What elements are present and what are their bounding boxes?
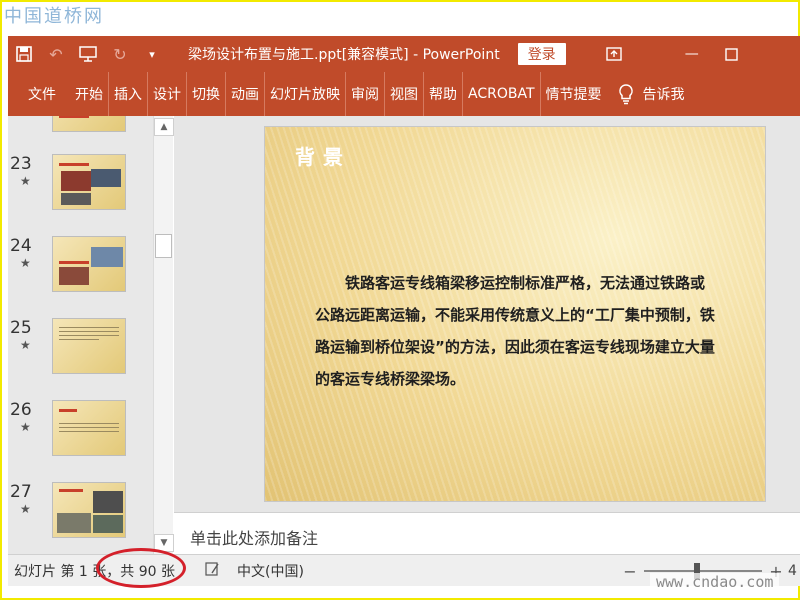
star-icon: ★ <box>20 256 31 270</box>
present-icon[interactable] <box>72 36 104 72</box>
slide-thumbnail-26[interactable]: 26 ★ <box>8 400 153 464</box>
tab-slideshow[interactable]: 幻灯片放映 <box>265 72 346 116</box>
language-status[interactable]: 中文(中国) <box>237 561 304 581</box>
tab-storyboarding[interactable]: 情节提要 <box>541 72 607 116</box>
ribbon-display-options-icon[interactable] <box>594 36 634 72</box>
star-icon: ★ <box>20 420 31 434</box>
thumbnail-image[interactable] <box>52 116 126 132</box>
star-icon: ★ <box>20 338 31 352</box>
title-bar: ↶ ↻ ▾ 梁场设计布置与施工.ppt[兼容模式] - PowerPoint 登… <box>8 36 800 72</box>
zoom-out-button[interactable]: − <box>622 562 638 581</box>
notes-placeholder[interactable]: 单击此处添加备注 <box>190 525 318 549</box>
tell-me-search[interactable]: 告诉我 <box>617 83 685 105</box>
slide-number: 26 <box>10 400 32 420</box>
spelling-check-icon[interactable] <box>205 561 221 580</box>
watermark-bottom: www.cndao.com <box>650 573 780 591</box>
customize-toolbar-icon[interactable]: ▾ <box>136 36 168 72</box>
tab-animations[interactable]: 动画 <box>226 72 265 116</box>
slide-number: 24 <box>10 236 32 256</box>
star-icon: ★ <box>20 502 31 516</box>
slide-editing-area: 背景 铁路客运专线箱梁移运控制标准严格，无法通过铁路或公路远距离运输，不能采用传… <box>174 116 800 512</box>
tab-file[interactable]: 文件 <box>8 72 70 116</box>
zoom-percentage[interactable]: 4 <box>788 563 797 579</box>
slide-number: 23 <box>10 154 32 174</box>
scroll-up-arrow-icon[interactable]: ▲ <box>154 118 174 136</box>
tab-transitions[interactable]: 切换 <box>187 72 226 116</box>
slide-thumbnail-24[interactable]: 24 ★ <box>8 236 153 300</box>
thumbnail-scrollbar[interactable]: ▲ ▼ <box>153 116 174 554</box>
tab-design[interactable]: 设计 <box>148 72 187 116</box>
slide-thumbnail-pane[interactable]: 23 ★ 24 ★ 25 ★ 26 ★ 27 ★ <box>8 116 153 554</box>
undo-icon[interactable]: ↶ <box>40 36 72 72</box>
tab-home[interactable]: 开始 <box>70 72 109 116</box>
slide-thumbnail-27[interactable]: 27 ★ <box>8 482 153 546</box>
thumbnail-image[interactable] <box>52 236 126 292</box>
slide-thumbnail-22[interactable] <box>8 116 153 140</box>
tell-me-label: 告诉我 <box>642 87 685 103</box>
redo-icon[interactable]: ↻ <box>104 36 136 72</box>
tab-review[interactable]: 审阅 <box>346 72 385 116</box>
zoom-slider[interactable] <box>644 563 762 579</box>
tab-help[interactable]: 帮助 <box>424 72 463 116</box>
scroll-thumb[interactable] <box>155 234 172 258</box>
annotation-ellipse <box>96 548 186 588</box>
notes-pane[interactable]: 单击此处添加备注 <box>174 512 800 554</box>
current-slide[interactable]: 背景 铁路客运专线箱梁移运控制标准严格，无法通过铁路或公路远距离运输，不能采用传… <box>264 126 766 502</box>
thumbnail-image[interactable] <box>52 318 126 374</box>
slide-body-text[interactable]: 铁路客运专线箱梁移运控制标准严格，无法通过铁路或公路远距离运输，不能采用传统意义… <box>315 267 717 395</box>
thumbnail-image[interactable] <box>52 482 126 538</box>
slide-number: 25 <box>10 318 32 338</box>
slide-number: 27 <box>10 482 32 502</box>
login-button[interactable]: 登录 <box>517 43 566 65</box>
tab-view[interactable]: 视图 <box>385 72 424 116</box>
save-icon[interactable] <box>8 36 40 72</box>
tab-acrobat[interactable]: ACROBAT <box>463 72 541 116</box>
maximize-icon[interactable] <box>712 36 752 72</box>
slide-thumbnail-25[interactable]: 25 ★ <box>8 318 153 382</box>
tab-insert[interactable]: 插入 <box>109 72 148 116</box>
slide-thumbnail-23[interactable]: 23 ★ <box>8 154 153 218</box>
thumbnail-image[interactable] <box>52 400 126 456</box>
star-icon: ★ <box>20 174 31 188</box>
thumbnail-image[interactable] <box>52 154 126 210</box>
slide-title[interactable]: 背景 <box>295 141 351 170</box>
lightbulb-icon <box>618 84 633 105</box>
minimize-icon[interactable]: — <box>672 36 712 72</box>
watermark-top: 中国道桥网 <box>4 6 104 27</box>
window-title: 梁场设计布置与施工.ppt[兼容模式] - PowerPoint <box>188 47 500 63</box>
ribbon-tabs: 文件 开始 插入 设计 切换 动画 幻灯片放映 审阅 视图 帮助 ACROBAT… <box>8 72 800 116</box>
